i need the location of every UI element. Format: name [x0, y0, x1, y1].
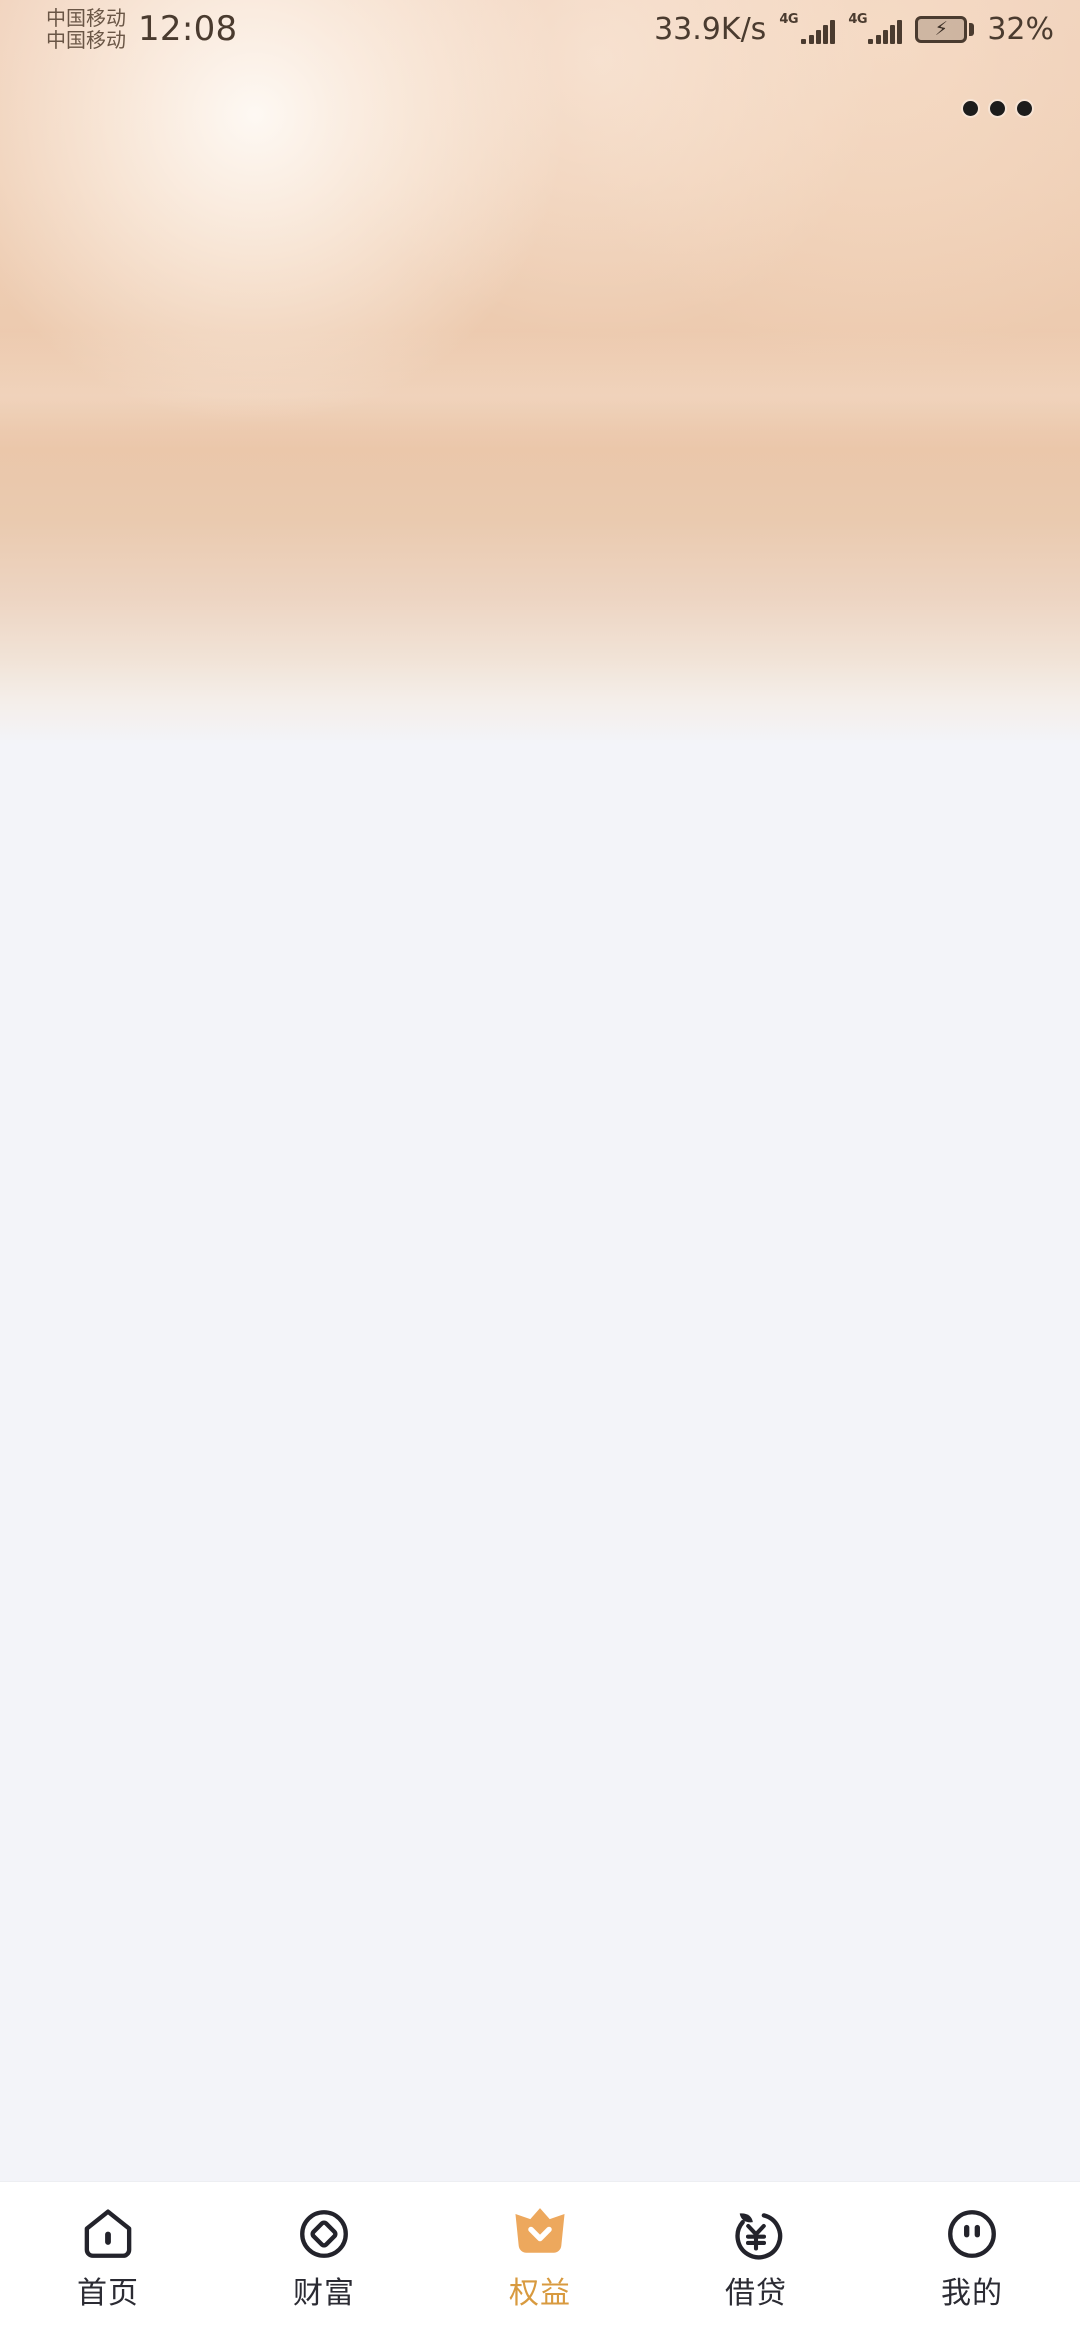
- coin-icon: [292, 2202, 356, 2266]
- status-bar-right-cluster: 33.9K/s 4G 4G ⚡ 32%: [654, 12, 1054, 47]
- tab-wealth[interactable]: 财富: [216, 2202, 432, 2309]
- tab-mine[interactable]: 我的: [864, 2202, 1080, 2309]
- tab-label-loan: 借贷: [725, 2276, 787, 2311]
- network-type-label-sim1: 4G: [779, 12, 799, 27]
- more-horizontal-icon[interactable]: [957, 91, 1038, 126]
- signal-dot-sim2: [868, 39, 874, 44]
- signal-strength-icon-sim1: 4G: [779, 12, 836, 44]
- battery-charging-icon: ⚡: [915, 15, 975, 43]
- tab-home[interactable]: 首页: [0, 2202, 216, 2309]
- carrier-labels: 中国移动 中国移动: [46, 7, 126, 51]
- signal-dot-sim1: [801, 39, 807, 44]
- face-icon: [940, 2202, 1004, 2266]
- status-bar: 中国移动 中国移动 12:08 33.9K/s 4G 4G ⚡ 32%: [0, 0, 1080, 58]
- status-bar-clock: 12:08: [138, 9, 238, 49]
- tab-benefits[interactable]: 权益: [432, 2202, 648, 2309]
- tab-loan[interactable]: 借贷: [648, 2202, 864, 2309]
- yuan-fruit-icon: [724, 2202, 788, 2266]
- carrier-label-sim1: 中国移动: [46, 6, 126, 30]
- charging-bolt-icon: ⚡: [934, 17, 948, 40]
- tab-label-mine: 我的: [941, 2276, 1003, 2311]
- signal-strength-icon-sim2: 4G: [848, 12, 903, 44]
- home-icon: [76, 2202, 140, 2266]
- carrier-label-sim2: 中国移动: [46, 28, 126, 52]
- network-type-label-sim2: 4G: [848, 12, 868, 27]
- tab-label-home: 首页: [77, 2276, 139, 2311]
- tab-label-benefits: 权益: [509, 2276, 571, 2311]
- bottom-navigation-bar: 首页 财富 权益 借贷 我的: [0, 2181, 1080, 2340]
- main-content-area: [0, 158, 1080, 2181]
- app-root: 中国移动 中国移动 12:08 33.9K/s 4G 4G ⚡ 32% 首页 财…: [0, 0, 1080, 2340]
- battery-percent-label: 32%: [987, 11, 1054, 47]
- top-bar: [0, 58, 1080, 158]
- crown-icon: [508, 2202, 572, 2266]
- network-speed-indicator: 33.9K/s: [654, 11, 767, 47]
- tab-label-wealth: 财富: [293, 2276, 355, 2311]
